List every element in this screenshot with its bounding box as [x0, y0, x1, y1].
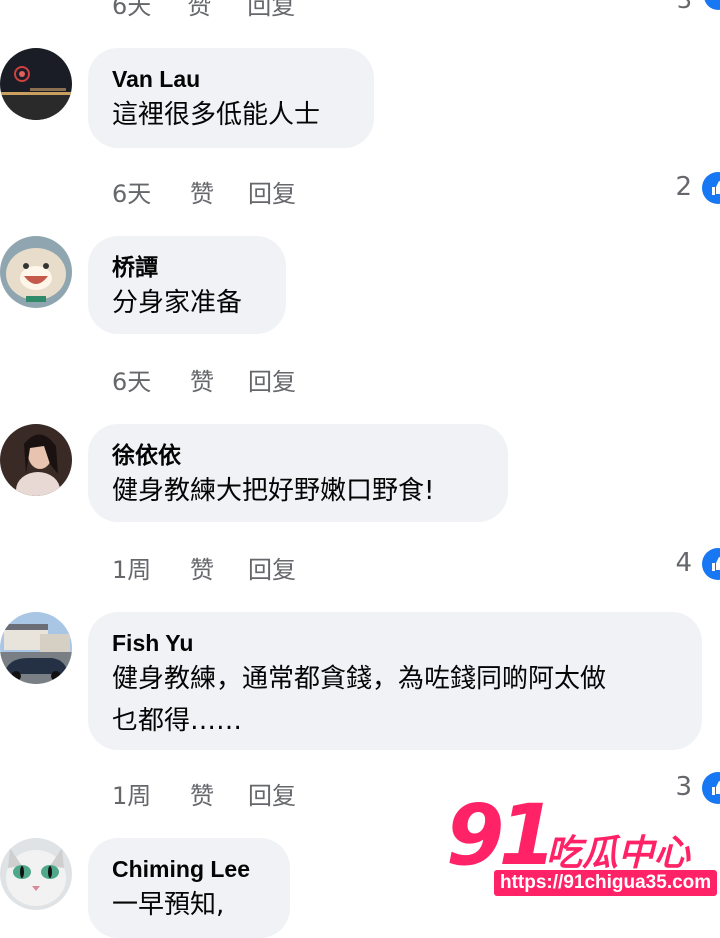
comment-bubble: Chiming Lee 一早預知,: [88, 838, 290, 938]
comment-bubble: Van Lau 這裡很多低能人士: [88, 48, 374, 148]
comment-text: 健身教練大把好野嫩口野食!: [112, 476, 435, 506]
comment-text: 一早預知,: [112, 890, 225, 920]
reply-link[interactable]: 回复: [248, 776, 296, 811]
comment-time: 6天: [112, 0, 152, 20]
like-link[interactable]: 赞: [190, 174, 248, 209]
comment-text: 這裡很多低能人士: [112, 100, 321, 130]
reply-link[interactable]: 回复: [248, 550, 296, 585]
reply-link[interactable]: 回复: [247, 0, 295, 20]
reply-link[interactable]: 回复: [248, 362, 296, 397]
site-watermark: 91 吃瓜中心 https://91chigua35.com: [438, 786, 720, 916]
watermark-url: https://91chigua35.com: [494, 870, 718, 896]
comment-time: 1周: [112, 782, 152, 810]
like-reaction-icon: [704, 0, 720, 10]
like-link[interactable]: 赞: [190, 550, 248, 585]
comment-actions: 1周 赞 回复: [112, 550, 296, 585]
comment-author[interactable]: Chiming Lee: [112, 854, 266, 884]
comment-author[interactable]: 桥譚: [112, 252, 262, 282]
avatar[interactable]: [0, 612, 72, 684]
comment-time: 1周: [112, 556, 152, 584]
reaction-count: 3: [676, 0, 692, 14]
avatar[interactable]: [0, 838, 72, 910]
like-link[interactable]: 赞: [190, 362, 248, 397]
reply-link[interactable]: 回复: [248, 174, 296, 209]
comment-bubble: Fish Yu 健身教練，通常都貪錢，為咗錢同啲阿太做 乜都得……: [88, 612, 702, 750]
comment-text: 健身教練，通常都貪錢，為咗錢同啲阿太做: [112, 664, 607, 694]
comment-bubble: 徐依依 健身教練大把好野嫩口野食!: [88, 424, 508, 522]
like-reaction-icon: [702, 548, 720, 580]
avatar[interactable]: [0, 424, 72, 496]
comment-time: 6天: [112, 180, 152, 208]
comment-actions-top: 6天 赞 回复: [112, 0, 295, 20]
avatar[interactable]: [0, 236, 72, 308]
avatar[interactable]: [0, 48, 72, 120]
comment-author[interactable]: 徐依依: [112, 440, 484, 470]
like-link[interactable]: 赞: [187, 0, 211, 20]
comment-author[interactable]: Fish Yu: [112, 628, 678, 658]
comment-time: 6天: [112, 368, 152, 396]
like-reaction-icon: [702, 172, 720, 204]
watermark-name: 吃瓜中心: [546, 833, 691, 874]
comment-actions: 6天 赞 回复: [112, 362, 296, 397]
comment-text: 乜都得……: [112, 706, 243, 736]
comment-actions: 6天 赞 回复: [112, 174, 296, 209]
reaction-count: 4: [675, 548, 692, 578]
comment-text: 分身家准备: [112, 288, 243, 318]
comment-author[interactable]: Van Lau: [112, 64, 350, 94]
like-link[interactable]: 赞: [190, 776, 248, 811]
comment-actions: 1周 赞 回复: [112, 776, 296, 811]
reaction-count: 2: [675, 172, 692, 202]
comment-bubble: 桥譚 分身家准备: [88, 236, 286, 334]
